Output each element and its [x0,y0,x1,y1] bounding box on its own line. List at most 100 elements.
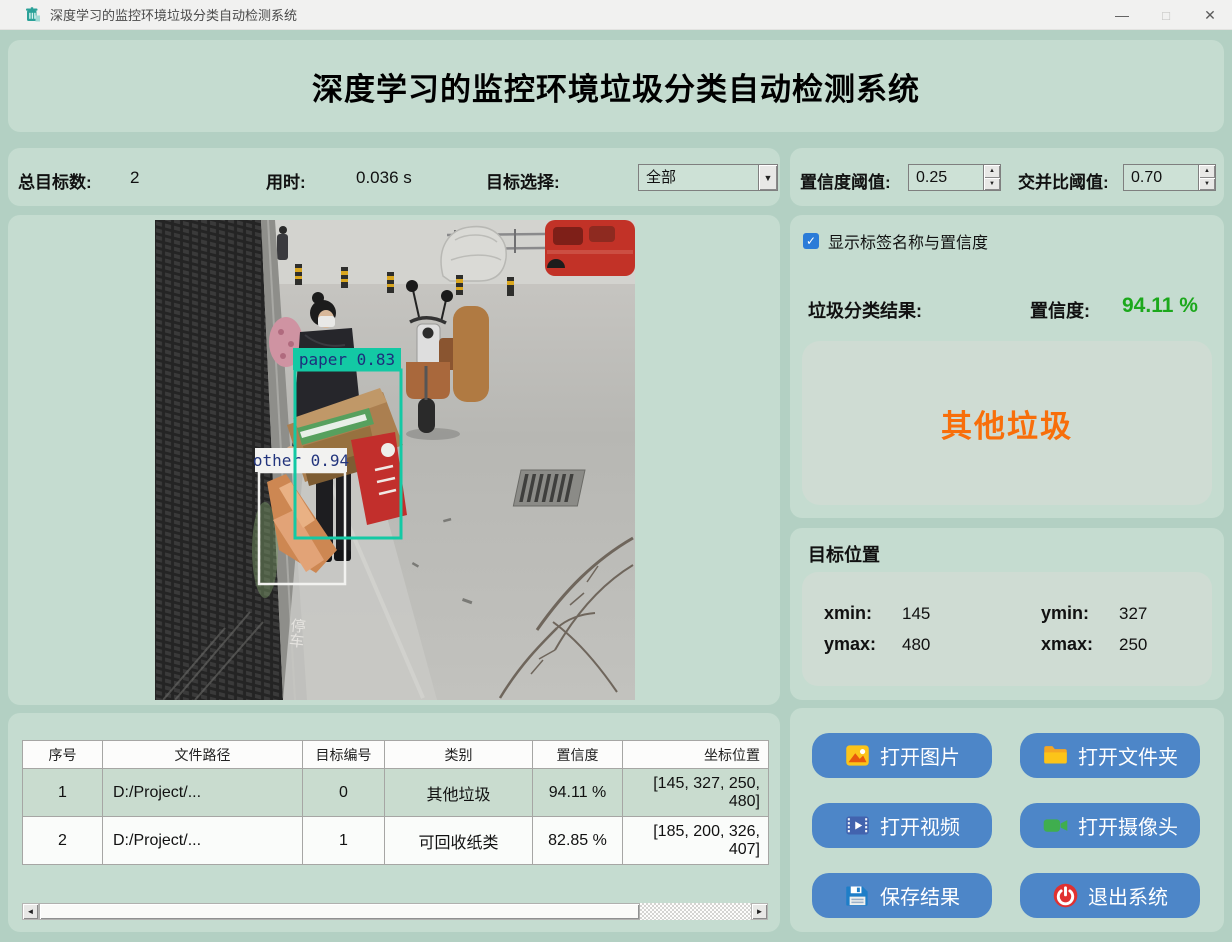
total-targets-value: 2 [130,168,139,188]
minimize-button[interactable]: — [1100,0,1144,30]
page-title: 深度学习的监控环境垃圾分类自动检测系统 [312,64,920,109]
show-labels-checkbox-row[interactable]: ✓ 显示标签名称与置信度 [803,229,988,253]
iou-threshold-label: 交并比阈值: [1018,168,1109,193]
window-titlebar: 深度学习的监控环境垃圾分类自动检测系统 — □ ✕ [0,0,1232,30]
elapsed-time-label: 用时: [266,168,306,193]
cell-coordinates[interactable]: [145, 327, 250, 480] [623,769,769,817]
col-target-id: 目标编号 [303,741,385,769]
show-labels-checkbox-label: 显示标签名称与置信度 [828,229,988,253]
open-camera-button[interactable]: 打开摄像头 [1020,803,1200,848]
table-row[interactable]: 2 D:/Project/... 1 可回收纸类 82.85 % [185, 2… [23,817,769,865]
close-button[interactable]: ✕ [1188,0,1232,30]
cell-index[interactable]: 1 [23,769,103,817]
target-select-dropdown[interactable]: 全部 ▼ [638,164,778,191]
scrollbar-thumb[interactable] [39,903,640,920]
drain-grate [513,470,585,506]
open-video-label: 打开视频 [880,811,960,840]
ymax-field: ymax: 480 [802,634,1007,655]
ymin-field: ymin: 327 [1007,603,1212,624]
xmin-label: xmin: [824,603,902,624]
target-position-panel: 目标位置 xmin: 145 ymin: 327 ymax: 480 xmax:… [790,528,1224,700]
open-folder-button[interactable]: 打开文件夹 [1020,733,1200,778]
classification-result-box: 其他垃圾 [802,341,1212,505]
cell-confidence[interactable]: 82.85 % [533,817,623,865]
col-confidence: 置信度 [533,741,623,769]
xmax-label: xmax: [1041,634,1119,655]
col-coordinates: 坐标位置 [623,741,769,769]
chevron-down-icon[interactable]: ▼ [758,165,777,190]
ymax-value: 480 [902,635,930,655]
confidence-threshold-value: 0.25 [909,165,983,190]
actions-panel: 打开图片 打开文件夹 打开视频 打开摄像头 [790,708,1224,932]
detection-image-panel: 停车 [8,215,780,705]
open-image-label: 打开图片 [880,741,960,770]
open-folder-label: 打开文件夹 [1078,741,1178,770]
col-filepath: 文件路径 [103,741,303,769]
detections-table-panel: 序号 文件路径 目标编号 类别 置信度 坐标位置 1 D:/Project/..… [8,713,780,932]
exit-system-label: 退出系统 [1088,881,1168,910]
open-image-button[interactable]: 打开图片 [812,733,992,778]
spin-down-icon[interactable]: ▼ [1199,178,1215,191]
iou-threshold-value: 0.70 [1124,165,1198,190]
header-panel: 深度学习的监控环境垃圾分类自动检测系统 [8,40,1224,132]
cell-confidence[interactable]: 94.11 % [533,769,623,817]
cell-index[interactable]: 2 [23,817,103,865]
xmin-field: xmin: 145 [802,603,1007,624]
cell-target-id[interactable]: 1 [303,817,385,865]
stats-bar: 总目标数: 2 用时: 0.036 s 目标选择: 全部 ▼ [8,148,780,206]
camera-icon [1042,812,1069,839]
save-results-label: 保存结果 [880,881,960,910]
ymax-label: ymax: [824,634,902,655]
wall-text: 停车 [286,617,306,649]
scrollbar-track[interactable] [640,903,751,920]
elapsed-time-value: 0.036 s [356,168,412,188]
spin-down-icon[interactable]: ▼ [984,178,1000,191]
folder-icon [1042,742,1069,769]
brown-coat-figure [453,306,489,402]
cell-coordinates[interactable]: [185, 200, 326, 407] [623,817,769,865]
target-position-box: xmin: 145 ymin: 327 ymax: 480 xmax: 250 [802,572,1212,686]
scroll-left-icon[interactable]: ◄ [22,903,39,920]
cell-target-id[interactable]: 0 [303,769,385,817]
target-select-value: 全部 [639,165,758,190]
col-category: 类别 [385,741,533,769]
table-header-row: 序号 文件路径 目标编号 类别 置信度 坐标位置 [23,741,769,769]
confidence-label: 置信度: [1030,297,1090,323]
cell-filepath[interactable]: D:/Project/... [103,817,303,865]
scroll-right-icon[interactable]: ► [751,903,768,920]
target-position-title: 目标位置 [808,541,880,567]
confidence-threshold-label: 置信度阈值: [800,168,891,193]
maximize-button[interactable]: □ [1144,0,1188,30]
spin-up-icon[interactable]: ▲ [1199,165,1215,178]
image-icon [844,742,871,769]
app-trashbin-icon [24,6,41,23]
table-row[interactable]: 1 D:/Project/... 0 其他垃圾 94.11 % [145, 32… [23,769,769,817]
xmax-value: 250 [1119,635,1147,655]
confidence-threshold-spinbox[interactable]: 0.25 ▲ ▼ [908,164,1001,191]
exit-system-button[interactable]: 退出系统 [1020,873,1200,918]
confidence-value: 94.11 % [1122,294,1198,318]
ymin-label: ymin: [1041,603,1119,624]
video-icon [844,812,871,839]
open-camera-label: 打开摄像头 [1078,811,1178,840]
bbox-other-label: other 0.94 [253,451,349,470]
params-bar: 置信度阈值: 0.25 ▲ ▼ 交并比阈值: 0.70 ▲ ▼ [790,148,1224,206]
total-targets-label: 总目标数: [18,168,92,193]
power-icon [1052,882,1079,909]
cell-filepath[interactable]: D:/Project/... [103,769,303,817]
red-car [545,220,635,276]
spin-up-icon[interactable]: ▲ [984,165,1000,178]
xmax-field: xmax: 250 [1007,634,1212,655]
open-video-button[interactable]: 打开视频 [812,803,992,848]
col-index: 序号 [23,741,103,769]
target-select-label: 目标选择: [486,168,560,193]
cell-category[interactable]: 其他垃圾 [385,769,533,817]
table-horizontal-scrollbar[interactable]: ◄ ► [22,903,768,920]
save-results-button[interactable]: 保存结果 [812,873,992,918]
detections-table[interactable]: 序号 文件路径 目标编号 类别 置信度 坐标位置 1 D:/Project/..… [22,740,769,865]
window-title: 深度学习的监控环境垃圾分类自动检测系统 [50,5,297,24]
cell-category[interactable]: 可回收纸类 [385,817,533,865]
checkbox-checked-icon[interactable]: ✓ [803,233,819,249]
classification-result-label: 垃圾分类结果: [808,297,922,323]
iou-threshold-spinbox[interactable]: 0.70 ▲ ▼ [1123,164,1216,191]
